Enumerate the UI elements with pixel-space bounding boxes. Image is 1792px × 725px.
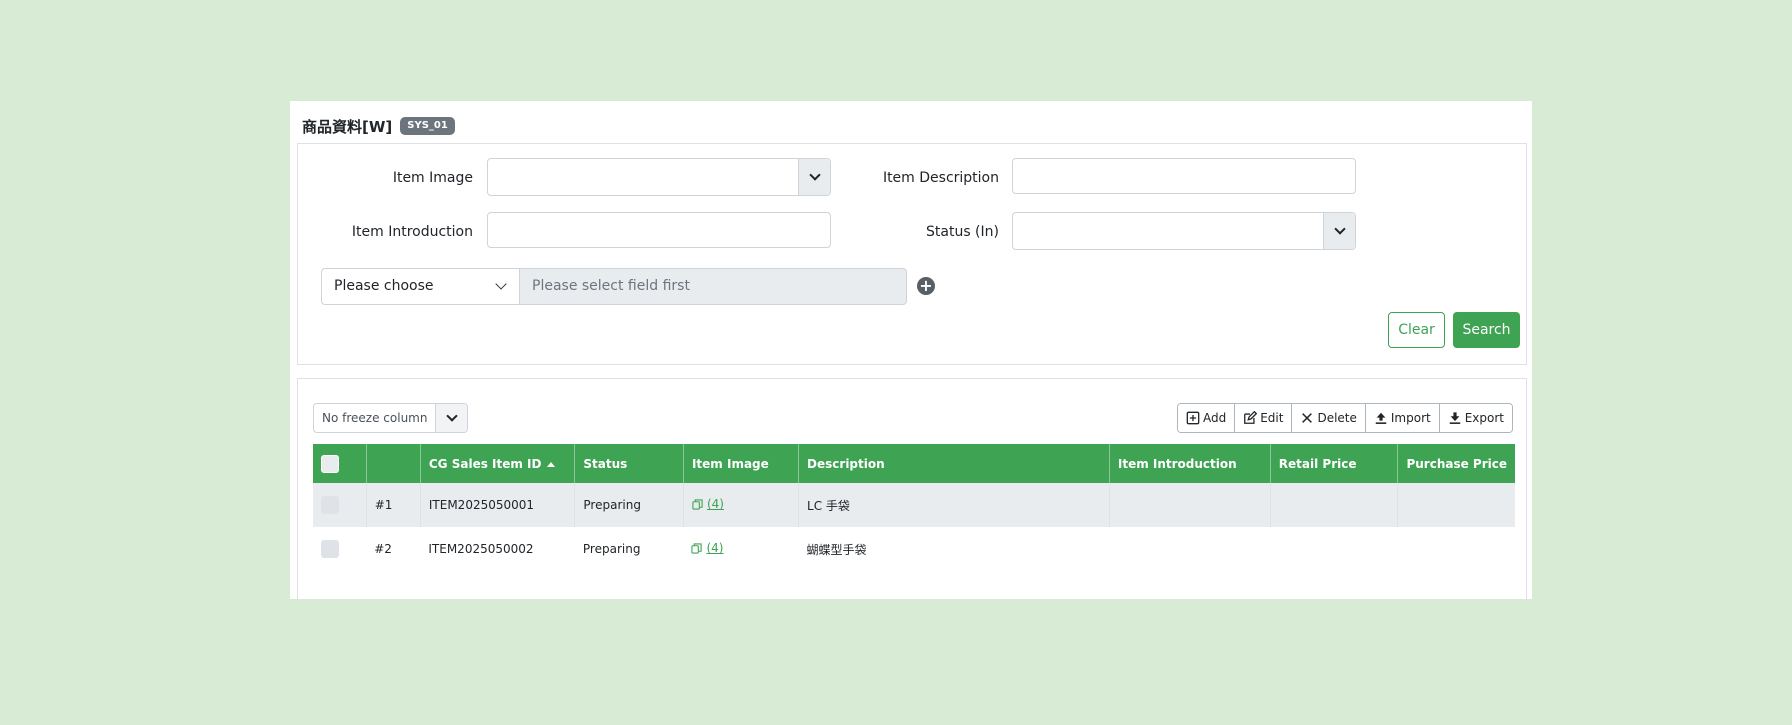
import-label: Import <box>1390 411 1431 425</box>
image-link[interactable]: (4) <box>692 497 724 511</box>
status-select[interactable] <box>1012 212 1356 250</box>
export-button[interactable]: Export <box>1439 404 1512 432</box>
column-header-id[interactable]: CG Sales Item ID <box>420 444 576 483</box>
field-choose-select[interactable]: Please choose <box>321 268 520 305</box>
copy-icon <box>692 499 703 510</box>
row-number: #2 <box>366 527 421 571</box>
grid-toolbar: Add Edit Delete Import Export <box>1176 403 1513 433</box>
field-choose-value: Please choose <box>334 278 434 294</box>
cell-id: ITEM2025050002 <box>420 527 575 571</box>
main-panel: 商品資料[W] SYS_01 Item Image Item Descripti… <box>290 101 1532 599</box>
row-number: #1 <box>366 483 421 527</box>
column-header-purchase-price[interactable]: Purchase Price <box>1397 444 1515 483</box>
delete-label: Delete <box>1317 411 1357 425</box>
add-condition-plus-icon[interactable]: + <box>917 277 935 295</box>
cell-introduction <box>1109 483 1271 527</box>
cell-purchase-price <box>1397 527 1515 571</box>
column-id-label: CG Sales Item ID <box>428 456 542 471</box>
image-count: (4) <box>706 541 724 556</box>
clear-button[interactable]: Clear <box>1388 312 1445 348</box>
upload-icon <box>1375 412 1387 424</box>
search-form: Item Image Item Description Item Introdu… <box>297 143 1527 365</box>
edit-label: Edit <box>1260 411 1284 425</box>
chevron-down-icon <box>1323 213 1355 249</box>
delete-button[interactable]: Delete <box>1292 404 1366 432</box>
column-header-retail-price[interactable]: Retail Price <box>1270 444 1399 483</box>
table-header-row: CG Sales Item ID Status Item Image Descr… <box>313 444 1515 483</box>
column-header-introduction[interactable]: Item Introduction <box>1109 444 1271 483</box>
copy-icon <box>691 543 703 554</box>
column-header-image[interactable]: Item Image <box>683 444 800 483</box>
add-label: Add <box>1202 411 1227 425</box>
search-button[interactable]: Search <box>1453 312 1520 348</box>
cell-introduction <box>1109 527 1271 571</box>
field-value-input[interactable]: Please select field first <box>519 268 907 305</box>
edit-icon <box>1244 411 1258 424</box>
cell-retail-price <box>1270 527 1398 571</box>
image-link[interactable]: (4) <box>691 541 723 555</box>
chevron-down-icon <box>495 278 507 290</box>
cell-image: (4) <box>683 483 800 527</box>
item-image-label: Item Image <box>392 170 473 186</box>
title-row: 商品資料[W] SYS_01 <box>302 116 455 136</box>
row-checkbox-cell <box>313 483 367 527</box>
row-number-header <box>366 444 421 483</box>
cell-image: (4) <box>683 527 799 571</box>
freeze-column-value: No freeze column <box>322 411 428 425</box>
grid-card: No freeze column Add Edit Delete Import <box>297 378 1527 599</box>
edit-button[interactable]: Edit <box>1235 404 1293 432</box>
column-header-status[interactable]: Status <box>574 444 684 483</box>
table-row[interactable]: #1 ITEM2025050001 Preparing (4) LC 手袋 <box>313 483 1515 527</box>
table-row[interactable]: #2 ITEM2025050002 Preparing (4) 蝴蝶型手袋 <box>313 527 1515 571</box>
sort-ascending-icon <box>547 461 556 467</box>
cell-description: 蝴蝶型手袋 <box>798 527 1110 571</box>
row-checkbox[interactable] <box>321 496 339 514</box>
status-label: Status (In) <box>926 224 999 240</box>
cell-status: Preparing <box>574 483 684 527</box>
field-value-placeholder: Please select field first <box>532 278 690 294</box>
row-checkbox[interactable] <box>321 540 339 558</box>
cell-id: ITEM2025050001 <box>420 483 576 527</box>
page-title: 商品資料[W] <box>302 117 393 136</box>
image-count: (4) <box>706 497 724 512</box>
freeze-column-select[interactable]: No freeze column <box>313 403 468 433</box>
cell-status: Preparing <box>574 527 684 571</box>
select-all-checkbox[interactable] <box>321 454 339 473</box>
item-introduction-label: Item Introduction <box>351 224 473 240</box>
item-description-input[interactable] <box>1012 158 1356 194</box>
data-table: CG Sales Item ID Status Item Image Descr… <box>313 444 1515 571</box>
close-icon <box>1302 413 1313 423</box>
add-button[interactable]: Add <box>1177 404 1236 432</box>
cell-retail-price <box>1270 483 1399 527</box>
cell-purchase-price <box>1397 483 1515 527</box>
export-label: Export <box>1464 411 1504 425</box>
cell-description: LC 手袋 <box>798 483 1110 527</box>
download-icon <box>1449 412 1460 424</box>
column-header-description[interactable]: Description <box>798 444 1110 483</box>
chevron-down-icon <box>435 404 467 432</box>
item-image-select[interactable] <box>487 158 831 196</box>
row-checkbox-cell <box>313 527 367 571</box>
sys-badge: SYS_01 <box>400 117 455 135</box>
import-button[interactable]: Import <box>1365 404 1440 432</box>
item-description-label: Item Description <box>882 170 999 186</box>
chevron-down-icon <box>798 159 830 195</box>
item-introduction-input[interactable] <box>487 212 831 248</box>
plus-square-icon <box>1186 411 1200 425</box>
select-all-header <box>313 444 367 483</box>
